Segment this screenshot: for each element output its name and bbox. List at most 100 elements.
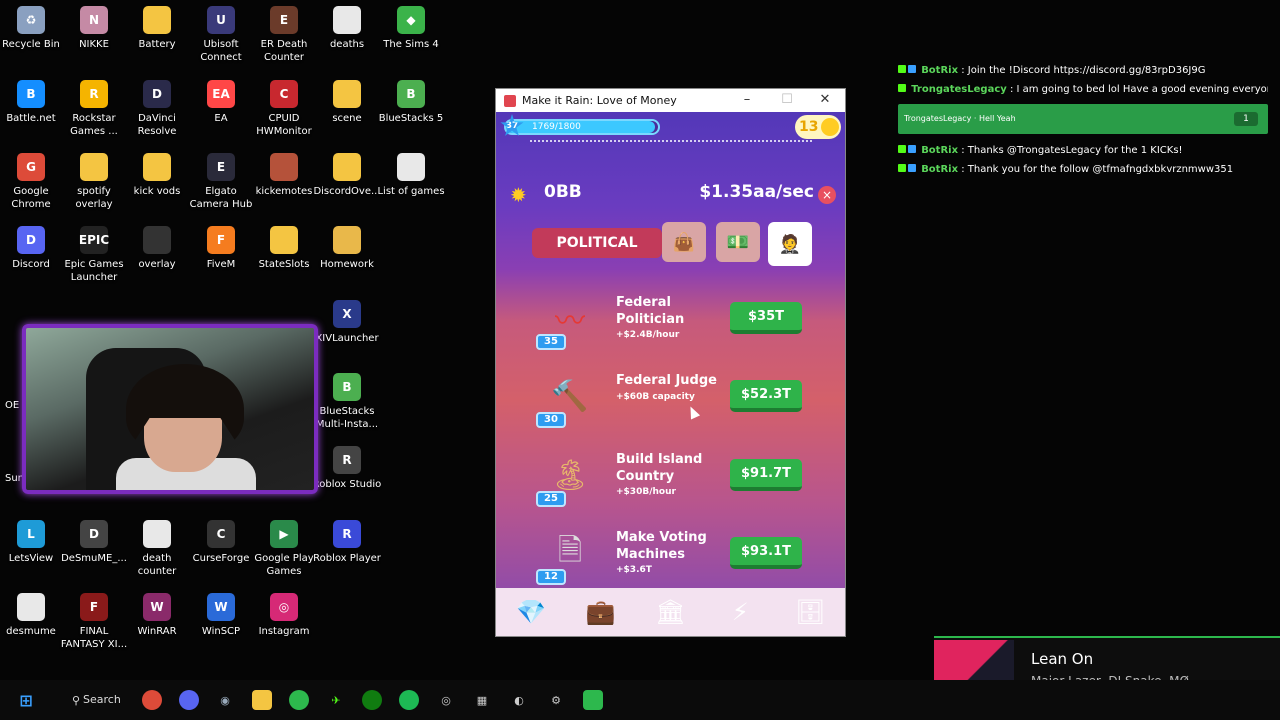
desktop-icon-ea[interactable]: EA EA — [189, 80, 253, 125]
desktop-icon-instagram[interactable]: ◎ Instagram — [252, 593, 316, 638]
obs-icon[interactable]: ◐ — [509, 690, 529, 710]
desktop-icon-label: NIKKE — [79, 39, 109, 50]
bank-icon: 🏛 — [655, 598, 686, 626]
desktop-icon-xivlauncher[interactable]: X XIVLauncher — [315, 300, 379, 345]
desktop-icon-list-of-games[interactable]: List of games — [377, 153, 445, 198]
buy-button[interactable]: $52.3T — [730, 380, 802, 412]
desktop-icon-google-chrome[interactable]: G Google Chrome — [0, 153, 63, 211]
chat-message: BotRix : Join the !Discord https://disco… — [898, 62, 1268, 81]
desktop-icon-desmume[interactable]: D DeSmuME_... — [61, 520, 127, 565]
upgrade-name: Federal Judge — [616, 373, 717, 388]
upgrade-bonus: +$30B/hour — [616, 487, 676, 497]
desktop-icon-bluestacks-5[interactable]: B BlueStacks 5 — [379, 80, 443, 125]
bot-badge-icon — [908, 145, 916, 153]
windows-start-icon[interactable]: ⊞ — [16, 690, 36, 710]
desktop-icon-label: kickemotes — [255, 186, 313, 197]
desktop-icon-elgato-camera-hub[interactable]: E Elgato Camera Hub — [189, 153, 253, 211]
desktop-icon-winrar[interactable]: W WinRAR — [125, 593, 189, 638]
desktop-icon-roblox-studio[interactable]: R Roblox Studio — [313, 446, 381, 491]
cash-tab[interactable]: 💵 — [716, 222, 760, 262]
app-icon: B — [17, 80, 45, 108]
desktop-icon-label: StateSlots — [258, 259, 310, 270]
briefcase-tab[interactable]: 👜 — [662, 222, 706, 262]
app-icon: D — [80, 520, 108, 548]
settings-icon[interactable]: ⚙ — [546, 690, 566, 710]
game-window-titlebar[interactable]: Make it Rain: Love of Money – ☐ ✕ — [496, 89, 845, 112]
desktop-icon-homework[interactable]: Homework — [315, 226, 379, 271]
desktop-icon-discordove[interactable]: DiscordOve... — [313, 153, 381, 198]
spotify-icon[interactable] — [399, 690, 419, 710]
business-nav[interactable]: 💼 — [581, 592, 621, 632]
desktop-icon-curseforge[interactable]: C CurseForge — [189, 520, 253, 565]
desktop-icon-er-death-counter[interactable]: E ER Death Counter — [252, 6, 316, 64]
desktop-icon-death-counter[interactable]: death counter — [125, 520, 189, 578]
desktop-icon-recycle-bin[interactable]: ♻ Recycle Bin — [0, 6, 63, 51]
buy-button[interactable]: $91.7T — [730, 459, 802, 491]
desktop-icon-battery[interactable]: Battery — [125, 6, 189, 51]
desktop-icon-the-sims-4[interactable]: ◆ The Sims 4 — [379, 6, 443, 51]
bottom-nav: 💎 💼 🏛 ⚡ 🗄 — [496, 588, 845, 636]
xbox-icon[interactable] — [362, 690, 382, 710]
panel-close-button[interactable]: × — [818, 186, 836, 204]
desktop-icon-overlay[interactable]: overlay — [125, 226, 189, 271]
camera-hub-icon[interactable]: ◎ — [436, 690, 456, 710]
buy-button[interactable]: $35T — [730, 302, 802, 334]
chrome-icon[interactable] — [142, 690, 162, 710]
make-it-rain-icon[interactable] — [583, 690, 603, 710]
buy-button[interactable]: $93.1T — [730, 537, 802, 569]
file-explorer-icon[interactable] — [252, 690, 272, 710]
app-icon: ▶ — [270, 520, 298, 548]
coin-counter[interactable]: 13 — [795, 115, 841, 139]
minimize-icon[interactable]: – — [732, 92, 762, 107]
chat-text: : I am going to bed lol Have a good even… — [1006, 84, 1268, 95]
close-icon[interactable]: ✕ — [810, 92, 840, 107]
desktop-icon-scene[interactable]: scene — [315, 80, 379, 125]
desktop-icon-winscp[interactable]: W WinSCP — [189, 593, 253, 638]
desktop-icon-fivem[interactable]: F FiveM — [189, 226, 253, 271]
desktop-icon-kick-vods[interactable]: kick vods — [125, 153, 189, 198]
upgrade-level-badge: 25 — [536, 491, 566, 507]
desktop-icon-epic-games-launcher[interactable]: EPIC Epic Games Launcher — [62, 226, 126, 284]
upgrade-name: Federal Politician — [616, 295, 685, 327]
steam-icon[interactable]: ◉ — [215, 690, 235, 710]
desktop-icon-deaths[interactable]: deaths — [315, 6, 379, 51]
desktop-icon-davinci-resolve[interactable]: D DaVinci Resolve — [125, 80, 189, 138]
app-icon — [143, 153, 171, 181]
invest-nav[interactable]: 🏛 — [650, 592, 690, 632]
discord-icon[interactable] — [179, 690, 199, 710]
desktop-icon-final-fantasy-xi[interactable]: F FINAL FANTASY XI... — [61, 593, 127, 651]
politician-tab[interactable]: 🤵 — [768, 222, 812, 266]
desktop-icon-roblox-player[interactable]: R Roblox Player — [313, 520, 381, 565]
boost-nav[interactable]: ⚡ — [720, 592, 760, 632]
monitor-icon[interactable]: ▦ — [472, 690, 492, 710]
desktop-icon-discord[interactable]: D Discord — [0, 226, 63, 271]
desktop-icon-google-play-games[interactable]: ▶ Google Play Games — [252, 520, 316, 578]
kick-icon[interactable] — [289, 690, 309, 710]
desktop-icon-spotify-overlay[interactable]: spotify overlay — [62, 153, 126, 211]
maximize-icon[interactable]: ☐ — [772, 92, 802, 107]
desktop-icon-rockstar-games[interactable]: R Rockstar Games ... — [62, 80, 126, 138]
desktop-icon-desmume[interactable]: desmume — [0, 593, 63, 638]
money-header: ✹ 0BB $1.35aa/sec × — [506, 180, 836, 212]
desktop-icon-kickemotes[interactable]: kickemotes — [252, 153, 316, 198]
desktop-icon-ubisoft-connect[interactable]: U Ubisoft Connect — [189, 6, 253, 64]
desktop-icon-label: DiscordOve... — [313, 186, 381, 197]
desktop-icon-letsview[interactable]: L LetsView — [0, 520, 63, 565]
desktop-icon-stateslots[interactable]: StateSlots — [252, 226, 316, 271]
green-app-icon[interactable]: ✈ — [326, 690, 346, 710]
desktop-icon-label: The Sims 4 — [383, 39, 439, 50]
upgrade-name: Build Island Country — [616, 452, 703, 484]
desktop-icon-bluestacks-multi-insta[interactable]: B BlueStacks Multi-Insta... — [315, 373, 379, 431]
desktop-icon-label: EA — [214, 113, 228, 124]
gear-icon[interactable]: ✹ — [510, 184, 532, 206]
desktop-icon-label: WinRAR — [137, 626, 177, 637]
taskbar-search[interactable]: Search — [83, 690, 121, 710]
desktop-icon-cpuid-hwmonitor[interactable]: C CPUID HWMonitor — [252, 80, 316, 138]
gems-nav[interactable]: 💎 — [511, 592, 551, 632]
chat-message: BotRix : Thank you for the follow @tfmaf… — [898, 161, 1268, 180]
app-icon — [143, 226, 171, 254]
vault-nav[interactable]: 🗄 — [790, 592, 830, 632]
desktop-icon-battle-net[interactable]: B Battle.net — [0, 80, 63, 125]
chat-username: BotRix — [921, 164, 959, 175]
desktop-icon-nikke[interactable]: N NIKKE — [62, 6, 126, 51]
